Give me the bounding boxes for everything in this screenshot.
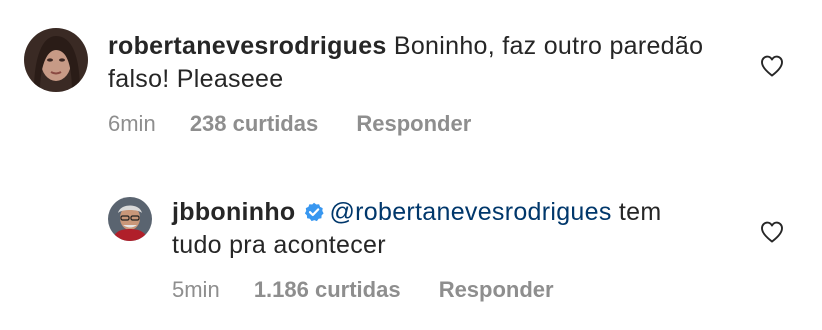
reply-body: jbboninho @robertanevesrodrigues tem tudo…: [172, 196, 712, 262]
avatar-jbboninho[interactable]: [108, 197, 152, 241]
like-button[interactable]: [760, 221, 784, 243]
avatar-photo: [24, 28, 88, 92]
comment-likes-link[interactable]: 238 curtidas: [190, 111, 318, 137]
comment-body: robertanevesrodrigues Boninho, faz outro…: [108, 30, 708, 96]
heart-outline-icon: [761, 221, 783, 243]
comment-meta: 6min 238 curtidas Responder: [108, 111, 471, 137]
reply-time: 5min: [172, 277, 220, 302]
reply-reply-button[interactable]: Responder: [439, 277, 554, 303]
mention-link[interactable]: @robertanevesrodrigues: [330, 198, 612, 226]
avatar-photo: [108, 197, 152, 241]
verified-badge-icon: [304, 202, 324, 222]
reply-username[interactable]: jbboninho: [172, 198, 296, 226]
comment-username[interactable]: robertanevesrodrigues: [108, 32, 387, 60]
avatar-robertanevesrodrigues[interactable]: [24, 28, 88, 92]
heart-outline-icon: [761, 55, 783, 77]
comment-time: 6min: [108, 111, 156, 136]
reply-meta: 5min 1.186 curtidas Responder: [172, 277, 554, 303]
reply-likes-link[interactable]: 1.186 curtidas: [254, 277, 401, 303]
comment-reply-button[interactable]: Responder: [356, 111, 471, 137]
like-button[interactable]: [760, 55, 784, 77]
